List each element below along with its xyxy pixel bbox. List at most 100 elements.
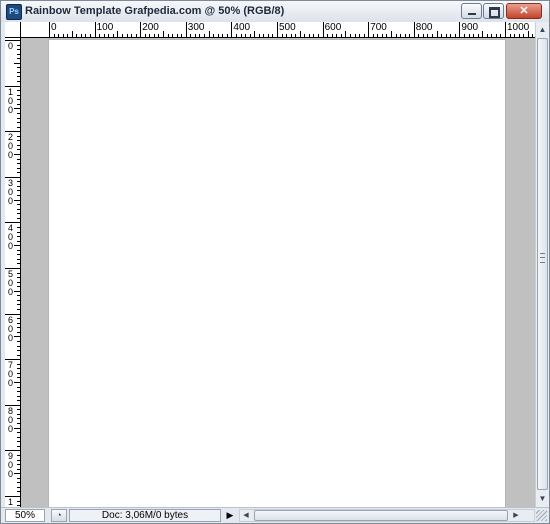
ruler-minor-tick xyxy=(477,34,479,37)
status-menu-arrow-icon[interactable]: ▶ xyxy=(223,509,237,522)
ruler-minor-tick xyxy=(17,500,20,502)
photoshop-app-icon[interactable]: Ps xyxy=(6,4,22,20)
ruler-minor-tick xyxy=(17,368,20,370)
ruler-minor-tick xyxy=(17,94,20,96)
zoom-level-field[interactable]: 50% xyxy=(5,509,45,522)
scroll-left-arrow-icon[interactable]: ◀ xyxy=(240,510,252,521)
ruler-label: 900 xyxy=(461,22,479,33)
ruler-tick xyxy=(505,22,506,37)
ruler-minor-tick xyxy=(482,31,484,37)
ruler-minor-tick xyxy=(17,432,20,434)
ruler-minor-tick xyxy=(450,34,452,37)
ruler-minor-tick xyxy=(372,34,374,37)
ruler-minor-tick xyxy=(17,400,20,402)
ruler-minor-tick xyxy=(386,34,388,37)
ruler-minor-tick xyxy=(527,31,529,37)
scroll-up-arrow-icon[interactable]: ▲ xyxy=(537,23,548,37)
ruler-minor-tick xyxy=(226,34,228,37)
ruler-minor-tick xyxy=(103,34,105,37)
vertical-scrollbar[interactable]: ▲ ▼ xyxy=(535,22,549,507)
ruler-minor-tick xyxy=(304,34,306,37)
ruler-minor-tick xyxy=(17,53,20,55)
ruler-minor-tick xyxy=(17,208,20,210)
horizontal-ruler[interactable]: 0 100 200 300 400 500 600 700 800 900 1000 xyxy=(21,22,535,38)
ruler-minor-tick xyxy=(427,34,429,37)
ruler-origin[interactable] xyxy=(5,22,21,38)
ruler-minor-tick xyxy=(500,34,502,37)
ruler-minor-tick xyxy=(272,34,274,37)
ruler-minor-tick xyxy=(491,34,493,37)
pasteboard[interactable] xyxy=(21,38,535,507)
ruler-minor-tick xyxy=(80,34,82,37)
ruler-minor-tick xyxy=(17,149,20,151)
ruler-minor-tick xyxy=(473,34,475,37)
ruler-minor-tick xyxy=(190,34,192,37)
ruler-label: 100 xyxy=(96,22,114,33)
ruler-minor-tick xyxy=(17,44,20,46)
ruler-minor-tick xyxy=(14,62,20,64)
ruler-tick xyxy=(413,22,415,37)
vertical-ruler[interactable]: 0 1 0 0 2 0 0 3 0 0 4 0 0 5 0 0 6 0 0 7 0 0 8 0 … xyxy=(5,38,21,507)
ruler-minor-tick xyxy=(17,112,20,114)
horizontal-scrollbar[interactable]: ◀ ▶ xyxy=(239,509,535,522)
ruler-minor-tick xyxy=(17,258,20,260)
ruler-minor-tick xyxy=(17,486,20,488)
ruler-minor-tick xyxy=(17,391,20,393)
ruler-minor-tick xyxy=(17,204,20,206)
ruler-minor-tick xyxy=(17,477,20,479)
ruler-minor-tick xyxy=(17,304,20,306)
ruler-minor-tick xyxy=(17,240,20,242)
ruler-minor-tick xyxy=(17,395,20,397)
ruler-minor-tick xyxy=(290,34,292,37)
status-info-button[interactable]: ◔ xyxy=(51,509,67,522)
ruler-minor-tick xyxy=(17,409,20,411)
ruler-minor-tick xyxy=(331,34,333,37)
ruler-tick xyxy=(94,22,96,37)
ruler-minor-tick xyxy=(14,245,20,247)
ruler-minor-tick xyxy=(17,459,20,461)
ruler-minor-tick xyxy=(263,34,265,37)
ruler-minor-tick xyxy=(17,76,20,78)
ruler-minor-tick xyxy=(176,34,178,37)
scroll-right-arrow-icon[interactable]: ▶ xyxy=(510,510,522,521)
ruler-minor-tick xyxy=(235,34,237,37)
resize-grip-icon[interactable] xyxy=(536,510,547,521)
ruler-minor-tick xyxy=(17,249,20,251)
ruler-minor-tick xyxy=(267,34,269,37)
ruler-minor-tick xyxy=(17,167,20,169)
ruler-tick xyxy=(185,22,187,37)
ruler-minor-tick xyxy=(318,34,320,37)
ruler-minor-tick xyxy=(349,34,351,37)
document-canvas[interactable] xyxy=(49,40,505,507)
vertical-scroll-thumb[interactable] xyxy=(537,38,548,490)
close-button[interactable]: ✕ xyxy=(506,3,542,19)
ruler-tick xyxy=(231,22,233,37)
horizontal-scroll-thumb[interactable] xyxy=(254,510,508,521)
ruler-minor-tick xyxy=(313,34,315,37)
ruler-minor-tick xyxy=(17,58,20,60)
ruler-minor-tick xyxy=(17,272,20,274)
ruler-minor-tick xyxy=(194,34,196,37)
ruler-minor-tick xyxy=(17,144,20,146)
title-bar[interactable]: Ps Rainbow Template Grafpedia.com @ 50% … xyxy=(1,1,549,22)
ruler-minor-tick xyxy=(58,34,60,37)
ruler-minor-tick xyxy=(213,34,215,37)
document-window: Ps Rainbow Template Grafpedia.com @ 50% … xyxy=(0,0,550,524)
ruler-minor-tick xyxy=(199,34,201,37)
ruler-minor-tick xyxy=(17,172,20,174)
ruler-minor-tick xyxy=(208,31,210,37)
ruler-minor-tick xyxy=(422,34,424,37)
ruler-minor-tick xyxy=(17,377,20,379)
ruler-minor-tick xyxy=(17,135,20,137)
ruler-minor-tick xyxy=(409,34,411,37)
ruler-minor-tick xyxy=(17,263,20,265)
ruler-minor-tick xyxy=(108,34,110,37)
ruler-label: 4 0 0 xyxy=(7,223,13,252)
scroll-down-arrow-icon[interactable]: ▼ xyxy=(537,492,548,506)
ruler-minor-tick xyxy=(126,34,128,37)
ruler-minor-tick xyxy=(17,67,20,69)
maximize-button[interactable] xyxy=(483,3,504,19)
ruler-minor-tick xyxy=(17,117,20,119)
minimize-button[interactable] xyxy=(461,3,482,19)
ruler-tick xyxy=(49,22,50,37)
